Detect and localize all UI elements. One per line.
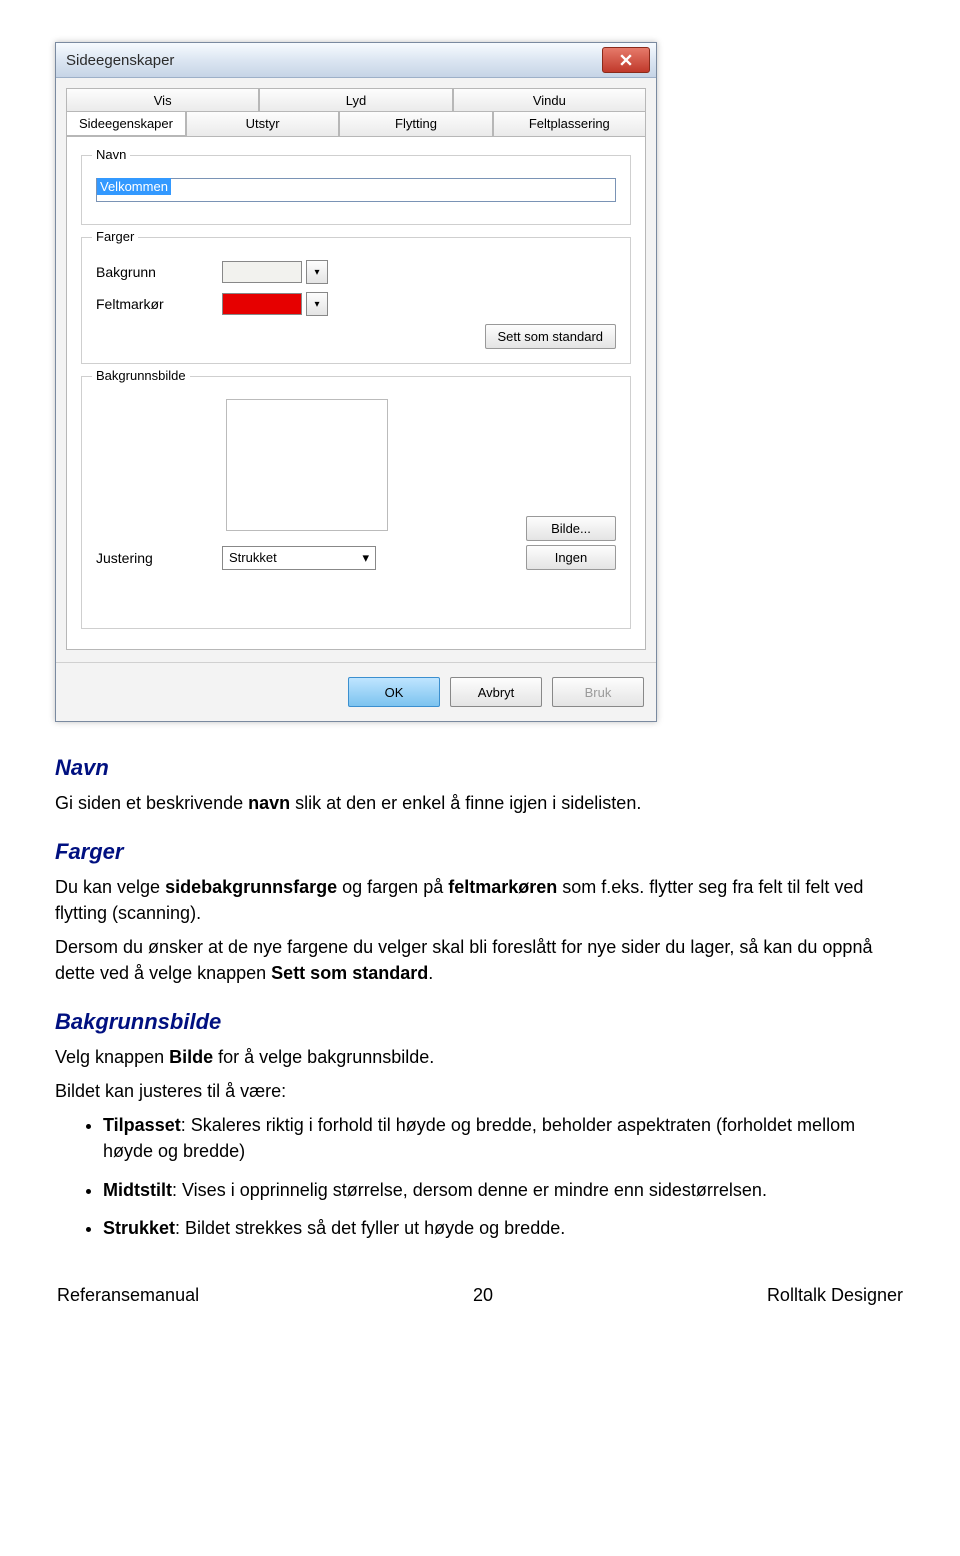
- navn-input[interactable]: Velkommen: [96, 178, 616, 202]
- dialog-sideegenskaper: Sideegenskaper Vis Lyd Vindu Sideegenska…: [55, 42, 657, 722]
- para-bakgrunnsbilde-2: Bildet kan justeres til å være:: [55, 1078, 905, 1104]
- tab-vindu[interactable]: Vindu: [453, 88, 646, 112]
- justering-value: Strukket: [229, 550, 277, 565]
- heading-navn: Navn: [55, 752, 905, 784]
- list-item: Midtstilt: Vises i opprinnelig størrelse…: [103, 1177, 905, 1203]
- ingen-button[interactable]: Ingen: [526, 545, 616, 570]
- para-bakgrunnsbilde-1: Velg knappen Bilde for å velge bakgrunns…: [55, 1044, 905, 1070]
- avbryt-button[interactable]: Avbryt: [450, 677, 542, 707]
- para-farger-2: Dersom du ønsker at de nye fargene du ve…: [55, 934, 905, 986]
- chevron-down-icon: ▾: [362, 550, 369, 566]
- tab-lyd[interactable]: Lyd: [259, 88, 452, 112]
- feltmarkor-dropdown[interactable]: ▾: [306, 292, 328, 316]
- footer-left: Referansemanual: [57, 1285, 199, 1306]
- tab-vis[interactable]: Vis: [66, 88, 259, 112]
- justering-label: Justering: [96, 550, 206, 566]
- heading-farger: Farger: [55, 836, 905, 868]
- group-legend-farger: Farger: [92, 229, 138, 244]
- ok-button[interactable]: OK: [348, 677, 440, 707]
- document-body: Navn Gi siden et beskrivende navn slik a…: [55, 752, 905, 1241]
- bilde-button[interactable]: Bilde...: [526, 516, 616, 541]
- group-bakgrunnsbilde: Bakgrunnsbilde Bilde... Justering Strukk…: [81, 376, 631, 629]
- dialog-title: Sideegenskaper: [66, 52, 174, 69]
- feltmarkor-label: Feltmarkør: [96, 296, 206, 312]
- list-item: Tilpasset: Skaleres riktig i forhold til…: [103, 1112, 905, 1164]
- tab-sideegenskaper[interactable]: Sideegenskaper: [66, 111, 186, 136]
- group-legend-navn: Navn: [92, 147, 130, 162]
- set-default-button[interactable]: Sett som standard: [485, 324, 617, 349]
- list-item: Strukket: Bildet strekkes så det fyller …: [103, 1215, 905, 1241]
- titlebar[interactable]: Sideegenskaper: [56, 43, 656, 78]
- tab-feltplassering[interactable]: Feltplassering: [493, 111, 646, 136]
- feltmarkor-swatch[interactable]: [222, 293, 302, 315]
- page-footer: Referansemanual 20 Rolltalk Designer: [55, 1285, 905, 1306]
- justering-list: Tilpasset: Skaleres riktig i forhold til…: [55, 1112, 905, 1240]
- para-farger-1: Du kan velge sidebakgrunnsfarge og farge…: [55, 874, 905, 926]
- tab-utstyr[interactable]: Utstyr: [186, 111, 339, 136]
- group-legend-bakgrunnsbilde: Bakgrunnsbilde: [92, 368, 190, 383]
- justering-select[interactable]: Strukket ▾: [222, 546, 376, 570]
- heading-bakgrunnsbilde: Bakgrunnsbilde: [55, 1006, 905, 1038]
- bakgrunn-dropdown[interactable]: ▾: [306, 260, 328, 284]
- footer-center: 20: [473, 1285, 493, 1306]
- tab-flytting[interactable]: Flytting: [339, 111, 492, 136]
- bruk-button: Bruk: [552, 677, 644, 707]
- footer-right: Rolltalk Designer: [767, 1285, 903, 1306]
- close-button[interactable]: [602, 47, 650, 73]
- para-navn: Gi siden et beskrivende navn slik at den…: [55, 790, 905, 816]
- group-farger: Farger Bakgrunn ▾ Feltmarkør ▾: [81, 237, 631, 364]
- bakgrunn-label: Bakgrunn: [96, 264, 206, 280]
- navn-input-value: Velkommen: [97, 178, 171, 195]
- image-preview: [226, 399, 388, 531]
- group-navn: Navn Velkommen: [81, 155, 631, 225]
- bakgrunn-swatch[interactable]: [222, 261, 302, 283]
- close-icon: [620, 54, 632, 66]
